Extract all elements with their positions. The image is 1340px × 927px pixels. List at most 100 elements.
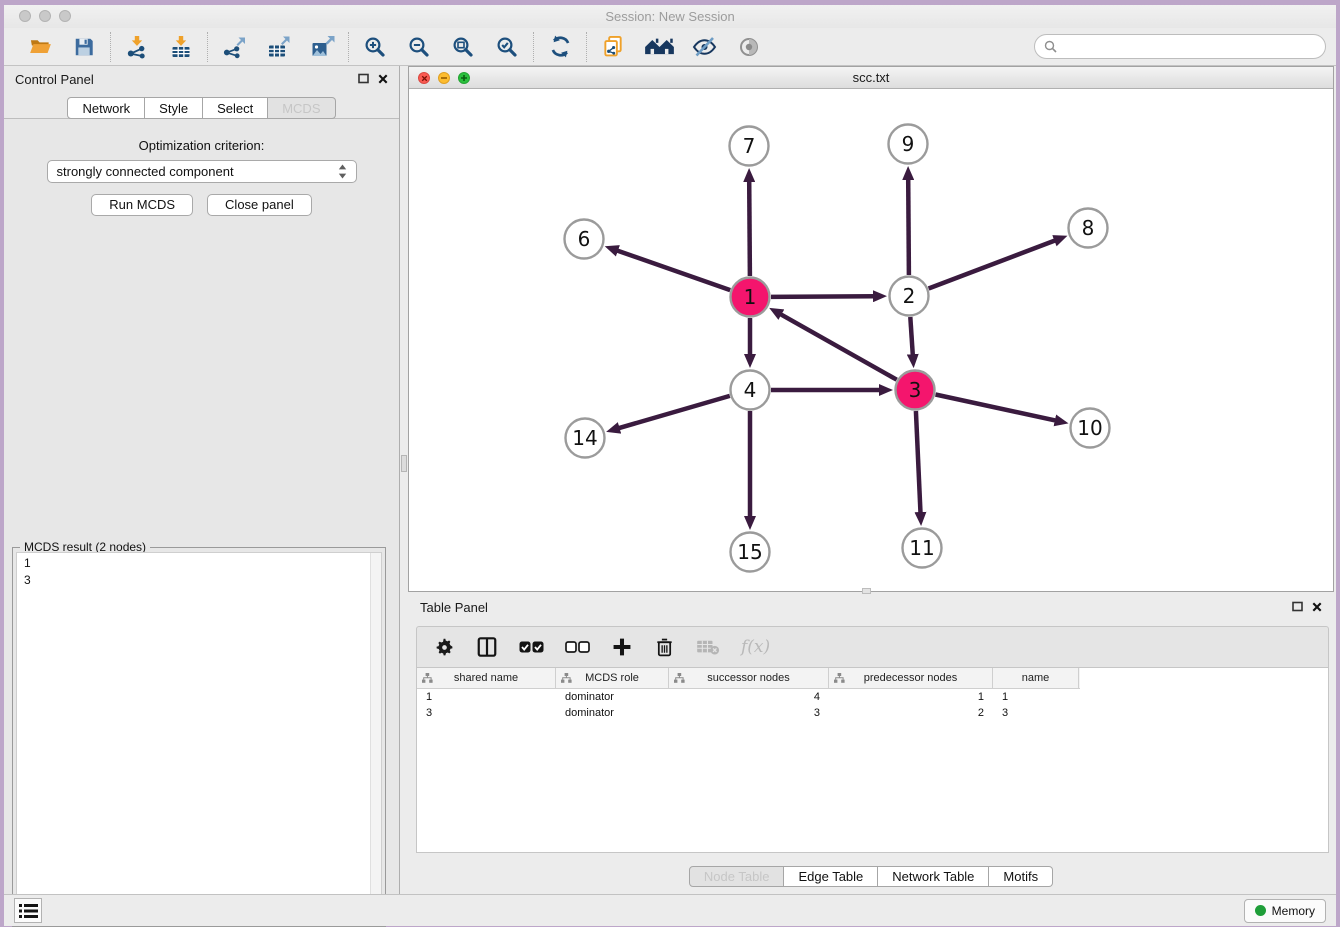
column-header-name[interactable]: name xyxy=(993,668,1079,688)
float-panel-icon[interactable] xyxy=(358,72,369,87)
save-session-button[interactable] xyxy=(70,33,98,61)
graph-edge-1-2[interactable] xyxy=(771,296,874,297)
graph-node-9[interactable]: 9 xyxy=(889,125,928,164)
criterion-dropdown-value: strongly connected component xyxy=(57,164,234,179)
task-history-button[interactable] xyxy=(14,898,42,923)
open-folder-icon xyxy=(29,35,52,58)
export-table-button[interactable] xyxy=(264,33,292,61)
close-panel-button[interactable]: Close panel xyxy=(207,194,312,216)
window-title: Session: New Session xyxy=(4,5,1336,28)
clone-network-button[interactable] xyxy=(599,33,627,61)
tab-select[interactable]: Select xyxy=(203,97,268,119)
network-graph[interactable]: 7 9 6 8 1 2 4 3 14 10 15 11 xyxy=(409,89,1333,591)
table-settings-button[interactable] xyxy=(434,637,455,658)
column-header-MCDS-role[interactable]: MCDS role xyxy=(556,668,669,688)
mcds-result-area[interactable]: 1 3 xyxy=(16,552,382,923)
graph-node-15[interactable]: 15 xyxy=(731,533,770,572)
tab-style[interactable]: Style xyxy=(145,97,203,119)
graph-edge-2-3[interactable] xyxy=(910,317,913,355)
zoom-in-button[interactable] xyxy=(361,33,389,61)
graph-edge-3-10[interactable] xyxy=(936,395,1056,421)
graph-node-2[interactable]: 2 xyxy=(890,277,929,316)
tab-motifs[interactable]: Motifs xyxy=(989,866,1053,887)
import-network-button[interactable] xyxy=(123,33,151,61)
open-session-button[interactable] xyxy=(26,33,54,61)
table-cell: dominator xyxy=(556,707,669,719)
run-mcds-button[interactable]: Run MCDS xyxy=(91,194,193,216)
graph-node-7[interactable]: 7 xyxy=(730,127,769,166)
close-panel-icon[interactable] xyxy=(378,72,388,87)
table-row[interactable]: 3dominator323 xyxy=(417,705,1328,721)
table-cell: 1 xyxy=(829,691,993,703)
columns-icon xyxy=(476,636,498,658)
vertical-splitter-grip[interactable] xyxy=(401,455,407,472)
fit-content-button[interactable] xyxy=(449,33,477,61)
graph-node-3[interactable]: 3 xyxy=(896,371,935,410)
search-field[interactable] xyxy=(1034,34,1326,59)
column-header-shared-name[interactable]: shared name xyxy=(417,668,556,688)
close-window-button[interactable] xyxy=(19,10,31,22)
column-layout-button[interactable] xyxy=(476,636,498,658)
svg-text:10: 10 xyxy=(1077,416,1102,440)
delete-table-button[interactable] xyxy=(696,638,720,656)
tab-network-table[interactable]: Network Table xyxy=(878,866,989,887)
graph-node-11[interactable]: 11 xyxy=(903,529,942,568)
delete-row-button[interactable] xyxy=(654,636,675,658)
search-input[interactable] xyxy=(1062,39,1316,54)
home-button[interactable] xyxy=(643,33,675,61)
table-header-row: shared nameMCDS rolesuccessor nodesprede… xyxy=(417,668,1080,689)
function-builder-button[interactable]: f(x) xyxy=(741,637,770,657)
graph-edge-4-14[interactable] xyxy=(619,396,730,428)
result-scrollbar[interactable] xyxy=(370,553,381,922)
table-cell: 4 xyxy=(669,691,829,703)
graph-edge-3-1[interactable] xyxy=(781,314,897,380)
import-table-button[interactable] xyxy=(167,33,195,61)
tab-mcds[interactable]: MCDS xyxy=(268,97,335,119)
control-panel-title: Control Panel xyxy=(15,72,94,87)
tree-icon xyxy=(834,673,845,683)
column-header-successor-nodes[interactable]: successor nodes xyxy=(669,668,829,688)
graph-node-14[interactable]: 14 xyxy=(566,419,605,458)
export-network-button[interactable] xyxy=(220,33,248,61)
graph-edge-2-9[interactable] xyxy=(908,179,909,275)
criterion-dropdown[interactable]: strongly connected component xyxy=(47,160,357,183)
refresh-view-button[interactable] xyxy=(546,33,574,61)
zoom-out-button[interactable] xyxy=(405,33,433,61)
hide-graphics-details-button[interactable] xyxy=(691,33,719,61)
graph-node-8[interactable]: 8 xyxy=(1069,209,1108,248)
network-window-titlebar[interactable]: scc.txt xyxy=(409,67,1333,89)
horizontal-splitter-grip[interactable] xyxy=(862,588,871,594)
zoom-selected-button[interactable] xyxy=(493,33,521,61)
network-canvas[interactable]: 7 9 6 8 1 2 4 3 14 10 15 11 xyxy=(409,89,1333,591)
select-all-rows-button[interactable] xyxy=(519,640,544,654)
table-cell: dominator xyxy=(556,691,669,703)
table-row[interactable]: 1dominator411 xyxy=(417,689,1328,705)
float-table-panel-icon[interactable] xyxy=(1292,600,1303,615)
chevron-up-down-icon xyxy=(338,164,347,179)
tab-network[interactable]: Network xyxy=(67,97,145,119)
zoom-selected-icon xyxy=(495,35,519,59)
graph-node-6[interactable]: 6 xyxy=(565,220,604,259)
export-image-button[interactable] xyxy=(308,33,336,61)
close-table-panel-icon[interactable] xyxy=(1312,600,1322,615)
graph-node-10[interactable]: 10 xyxy=(1071,409,1110,448)
graph-edge-1-7[interactable] xyxy=(749,181,750,276)
minimize-network-button[interactable] xyxy=(438,72,450,84)
graph-node-1[interactable]: 1 xyxy=(731,278,770,317)
column-header-predecessor-nodes[interactable]: predecessor nodes xyxy=(829,668,993,688)
export-table-icon xyxy=(266,35,291,59)
memory-button[interactable]: Memory xyxy=(1244,899,1326,923)
graph-edge-1-6[interactable] xyxy=(617,251,730,291)
show-graphics-details-button[interactable] xyxy=(735,33,763,61)
tab-node-table[interactable]: Node Table xyxy=(689,866,785,887)
graph-edge-3-11[interactable] xyxy=(916,411,921,513)
graph-node-4[interactable]: 4 xyxy=(731,371,770,410)
graph-edge-2-8[interactable] xyxy=(929,240,1056,288)
deselect-all-rows-button[interactable] xyxy=(565,640,590,654)
close-network-button[interactable] xyxy=(418,72,430,84)
tab-edge-table[interactable]: Edge Table xyxy=(784,866,878,887)
add-row-button[interactable] xyxy=(611,636,633,658)
zoom-window-button[interactable] xyxy=(59,10,71,22)
maximize-network-button[interactable] xyxy=(458,72,470,84)
minimize-window-button[interactable] xyxy=(39,10,51,22)
